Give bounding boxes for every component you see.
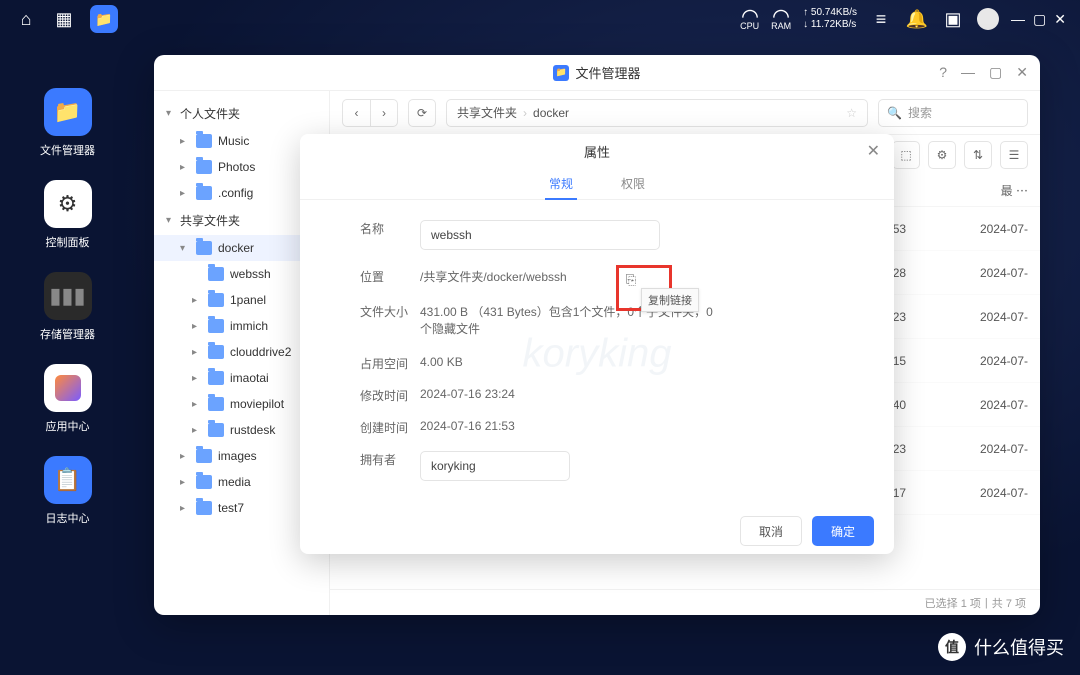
- home-icon[interactable]: ⌂: [14, 7, 38, 31]
- name-field[interactable]: [420, 220, 660, 250]
- settings-button[interactable]: ⚙: [928, 141, 956, 169]
- dialog-title: 属性: [584, 142, 610, 161]
- minimize-icon[interactable]: —: [1011, 11, 1025, 28]
- cancel-button[interactable]: 取消: [740, 516, 802, 546]
- notifications-icon[interactable]: 🔔: [905, 7, 929, 31]
- window-maximize-icon[interactable]: ▢: [989, 64, 1002, 81]
- tab-permissions[interactable]: 权限: [617, 169, 649, 199]
- user-avatar[interactable]: [977, 8, 999, 30]
- ok-button[interactable]: 确定: [812, 516, 874, 546]
- nav-back-button[interactable]: ‹: [342, 99, 370, 127]
- dock-file-manager[interactable]: 📁文件管理器: [40, 88, 95, 158]
- window-title: 文件管理器: [575, 63, 640, 82]
- dock-log-center[interactable]: 📋日志中心: [44, 456, 92, 526]
- refresh-button[interactable]: ⟳: [408, 99, 436, 127]
- widgets-icon[interactable]: ▣: [941, 7, 965, 31]
- system-topbar: ⌂ ▦ 📁 CPU RAM ↑ 50.74KB/s↓ 11.72KB/s ≡ 🔔…: [0, 0, 1080, 38]
- view-button[interactable]: ☰: [1000, 141, 1028, 169]
- status-bar: 已选择 1 项|共 7 项: [330, 589, 1040, 615]
- active-app-icon[interactable]: 📁: [90, 5, 118, 33]
- settings-icon[interactable]: ≡: [869, 7, 893, 31]
- window-minimize-icon[interactable]: —: [961, 64, 975, 81]
- location-value: /共享文件夹/docker/webssh: [420, 268, 567, 285]
- nav-forward-button[interactable]: ›: [370, 99, 398, 127]
- close-icon[interactable]: ✕: [1054, 11, 1066, 28]
- sort-button[interactable]: ⇅: [964, 141, 992, 169]
- folder-icon: 📁: [553, 65, 569, 81]
- dock-app-center[interactable]: 应用中心: [44, 364, 92, 434]
- copy-tooltip: 复制链接: [641, 288, 699, 312]
- search-input[interactable]: 🔍搜索: [878, 99, 1028, 127]
- ram-meter: RAM: [771, 7, 791, 31]
- cpu-meter: CPU: [740, 7, 759, 31]
- copy-link-icon[interactable]: ⎘: [621, 270, 641, 290]
- ctime-value: 2024-07-16 21:53: [420, 419, 515, 433]
- search-icon: 🔍: [887, 106, 902, 120]
- tab-general[interactable]: 常规: [545, 169, 577, 199]
- help-icon[interactable]: ?: [939, 64, 947, 81]
- star-icon[interactable]: ☆: [846, 106, 857, 120]
- tree-personal[interactable]: ▾个人文件夹: [154, 99, 329, 128]
- window-titlebar: 📁 文件管理器 ? — ▢ ✕: [154, 55, 1040, 91]
- breadcrumb[interactable]: 共享文件夹›docker☆: [446, 99, 868, 127]
- brand-watermark: 值什么值得买: [938, 633, 1064, 661]
- toolbar: ‹› ⟳ 共享文件夹›docker☆ 🔍搜索: [330, 91, 1040, 135]
- dock-control-panel[interactable]: ⚙控制面板: [44, 180, 92, 250]
- upload-button[interactable]: ⬚: [892, 141, 920, 169]
- desktop-dock: 📁文件管理器 ⚙控制面板 ▮▮▮存储管理器 应用中心 📋日志中心: [40, 88, 95, 526]
- dock-storage[interactable]: ▮▮▮存储管理器: [40, 272, 95, 342]
- network-speed: ↑ 50.74KB/s↓ 11.72KB/s: [803, 7, 857, 31]
- copy-highlight: ⎘ 复制链接: [616, 265, 672, 311]
- properties-dialog: 属性✕ 常规 权限 koryking 名称 位置/共享文件夹/docker/we…: [300, 134, 894, 554]
- mtime-value: 2024-07-16 23:24: [420, 387, 515, 401]
- window-close-icon[interactable]: ✕: [1016, 64, 1028, 81]
- maximize-icon[interactable]: ▢: [1033, 11, 1046, 28]
- dialog-close-icon[interactable]: ✕: [867, 141, 880, 161]
- used-value: 4.00 KB: [420, 355, 463, 369]
- apps-grid-icon[interactable]: ▦: [52, 7, 76, 31]
- owner-field[interactable]: [420, 451, 570, 481]
